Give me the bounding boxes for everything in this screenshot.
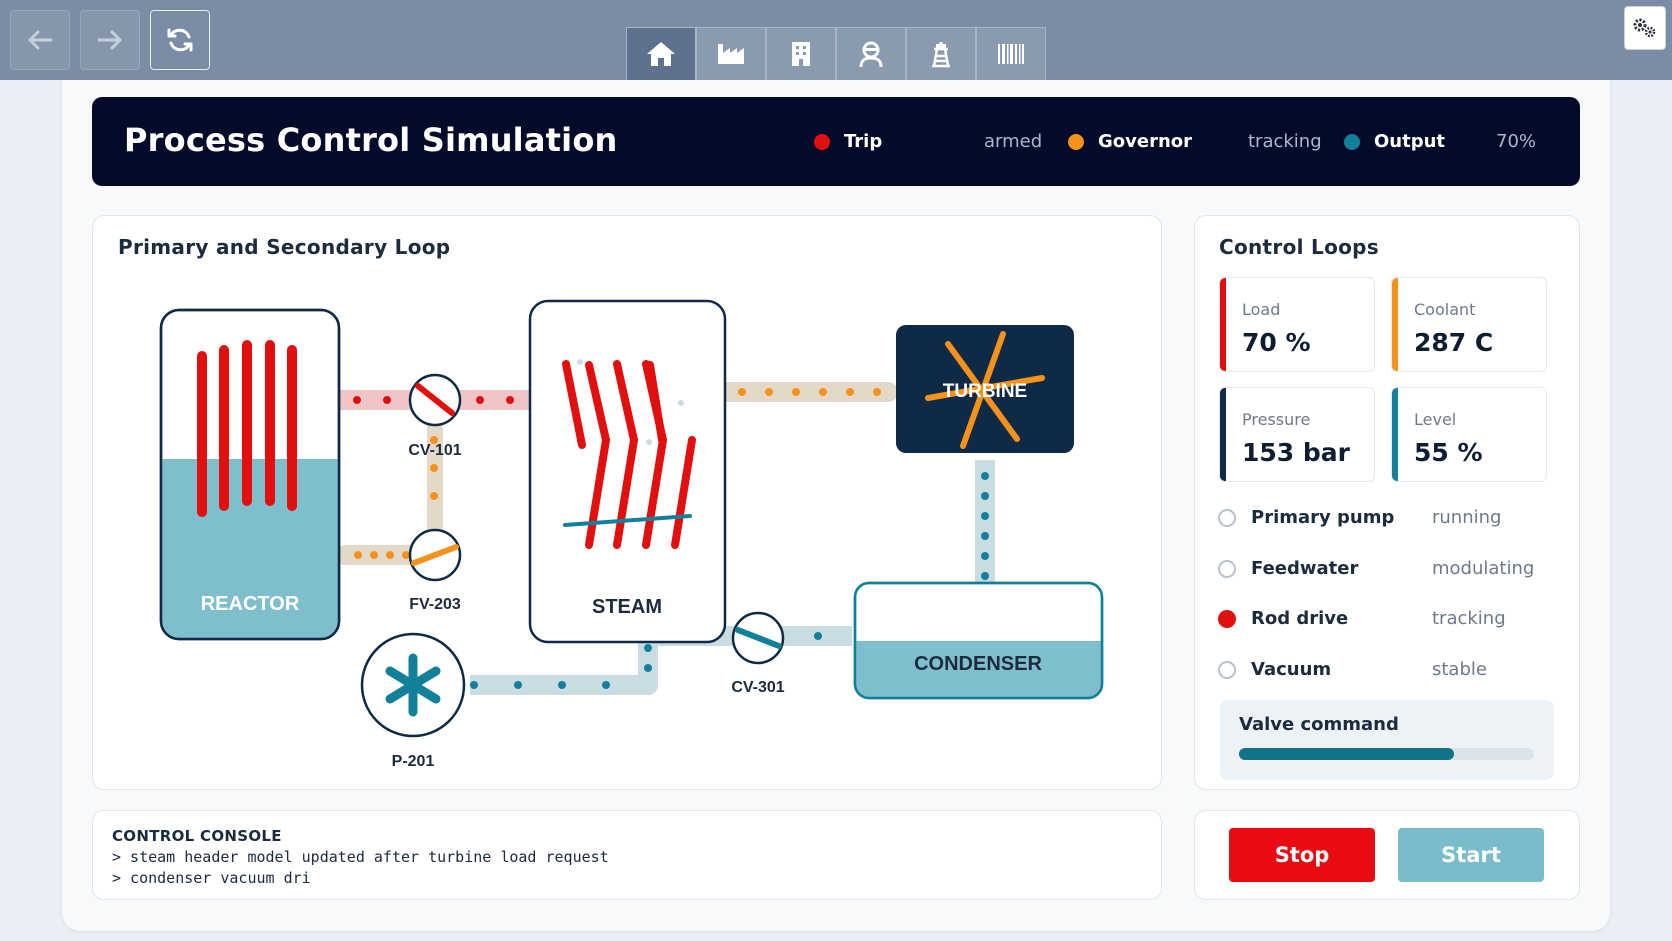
- output-value-wrap: 70%: [1496, 97, 1536, 186]
- stop-button[interactable]: Stop: [1229, 828, 1375, 882]
- metric-label: Level: [1414, 410, 1457, 429]
- back-button[interactable]: [10, 10, 70, 70]
- system-name: Primary pump: [1251, 507, 1395, 528]
- building-icon: [792, 42, 810, 66]
- tab-factory[interactable]: [696, 27, 766, 80]
- system-radio[interactable]: [1218, 661, 1236, 679]
- loop-diagram-card: [92, 215, 1162, 790]
- metric-level: Level 55 %: [1391, 387, 1547, 482]
- metric-label: Load: [1242, 300, 1281, 319]
- metric-accent-bar: [1392, 278, 1398, 371]
- metric-value: 153 bar: [1242, 438, 1350, 467]
- settings-button[interactable]: [1624, 6, 1666, 50]
- metric-value: 70 %: [1242, 328, 1311, 357]
- forward-button[interactable]: [80, 10, 140, 70]
- system-radio-selected[interactable]: [1218, 610, 1236, 628]
- tab-barcode[interactable]: [976, 27, 1046, 80]
- trip-indicator: Trip: [814, 97, 882, 186]
- tab-home[interactable]: [626, 27, 696, 80]
- tab-building[interactable]: [766, 27, 836, 80]
- system-row-rod-drive[interactable]: Rod drive tracking: [1218, 604, 1548, 634]
- governor-indicator: Governor: [1068, 97, 1192, 186]
- tab-tower[interactable]: [906, 27, 976, 80]
- system-row-primary-pump[interactable]: Primary pump running: [1218, 503, 1548, 533]
- control-console: CONTROL CONSOLE > steam header model upd…: [92, 810, 1162, 900]
- metric-coolant: Coolant 287 C: [1391, 277, 1547, 372]
- governor-label: Governor: [1098, 131, 1193, 152]
- metric-value: 55 %: [1414, 438, 1483, 467]
- metric-load: Load 70 %: [1219, 277, 1375, 372]
- metric-accent-bar: [1220, 388, 1226, 481]
- tower-icon: [932, 42, 950, 68]
- valve-command-fill: [1239, 748, 1455, 760]
- output-value: 70%: [1496, 131, 1537, 152]
- system-state: tracking: [1432, 608, 1506, 629]
- system-state: modulating: [1432, 558, 1535, 579]
- console-line: > condenser vacuum dri: [112, 869, 311, 887]
- metric-accent-bar: [1220, 278, 1226, 371]
- output-label: Output: [1374, 131, 1446, 152]
- operator-icon: [859, 41, 883, 68]
- gears-icon: [1633, 18, 1656, 38]
- system-radio[interactable]: [1218, 560, 1236, 578]
- valve-command-panel: Valve command: [1220, 700, 1554, 780]
- system-name: Rod drive: [1251, 608, 1349, 629]
- governor-status-dot: [1068, 133, 1084, 150]
- refresh-button[interactable]: [150, 10, 210, 70]
- system-name: Vacuum: [1251, 659, 1332, 680]
- forward-arrow-icon: [97, 30, 122, 50]
- diagram-title: Primary and Secondary Loop: [118, 235, 451, 259]
- page-title: Process Control Simulation: [124, 121, 618, 159]
- system-row-vacuum[interactable]: Vacuum stable: [1218, 655, 1548, 685]
- factory-icon: [718, 44, 744, 64]
- trip-label: Trip: [844, 131, 883, 152]
- trip-value: armed: [984, 131, 1043, 152]
- system-state: stable: [1432, 659, 1487, 680]
- output-indicator: Output: [1344, 97, 1445, 186]
- refresh-icon: [167, 28, 193, 52]
- top-toolbar: [0, 0, 1672, 80]
- valve-command-slider[interactable]: [1239, 748, 1534, 760]
- back-arrow-icon: [28, 30, 53, 50]
- output-status-dot: [1344, 133, 1360, 150]
- system-row-feedwater[interactable]: Feedwater modulating: [1218, 554, 1548, 584]
- home-icon: [647, 42, 675, 66]
- console-title: CONTROL CONSOLE: [112, 827, 282, 845]
- metric-label: Pressure: [1242, 410, 1311, 429]
- metric-label: Coolant: [1414, 300, 1476, 319]
- tab-operator[interactable]: [836, 27, 906, 80]
- title-bar: Process Control Simulation Trip armed Go…: [92, 97, 1580, 186]
- metric-value: 287 C: [1414, 328, 1494, 357]
- control-loops-title: Control Loops: [1219, 235, 1379, 259]
- metric-pressure: Pressure 153 bar: [1219, 387, 1375, 482]
- governor-value: tracking: [1248, 131, 1322, 152]
- barcode-icon: [998, 44, 1024, 64]
- valve-command-label: Valve command: [1239, 714, 1399, 735]
- system-radio[interactable]: [1218, 509, 1236, 527]
- console-line: > steam header model updated after turbi…: [112, 848, 609, 866]
- metric-accent-bar: [1392, 388, 1398, 481]
- trip-value-wrap: armed: [984, 97, 1042, 186]
- system-name: Feedwater: [1251, 558, 1359, 579]
- main-tabs: [626, 27, 1046, 80]
- governor-value-wrap: tracking: [1248, 97, 1322, 186]
- start-button[interactable]: Start: [1398, 828, 1544, 882]
- trip-status-dot: [814, 133, 830, 150]
- system-state: running: [1432, 507, 1502, 528]
